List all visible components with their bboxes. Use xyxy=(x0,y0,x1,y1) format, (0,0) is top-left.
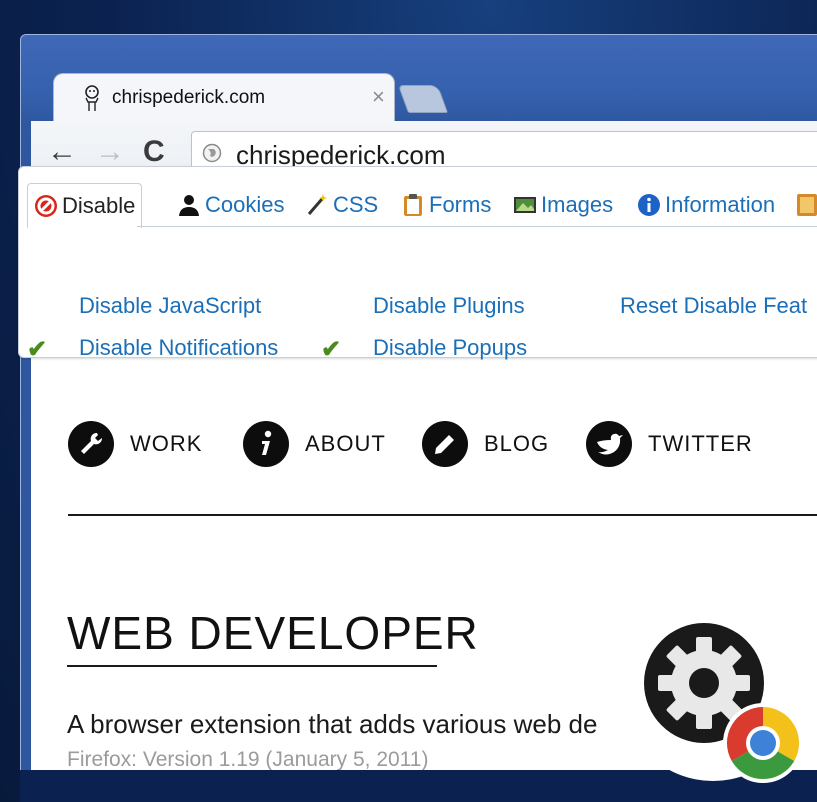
nav-twitter[interactable]: TWITTER xyxy=(586,418,753,470)
browser-tab[interactable]: chrispederick.com × xyxy=(53,73,395,124)
no-entry-icon xyxy=(35,195,57,217)
back-button[interactable]: ← xyxy=(47,135,77,169)
wrench-icon xyxy=(68,421,114,467)
divider xyxy=(68,514,817,516)
forward-button[interactable]: → xyxy=(95,135,125,169)
picture-icon xyxy=(514,197,536,213)
disable-popups-link[interactable]: Disable Popups xyxy=(373,335,527,361)
nav-about[interactable]: ABOUT xyxy=(243,418,386,470)
reset-disable-features-link[interactable]: Reset Disable Feat xyxy=(620,293,807,319)
tab-divider xyxy=(137,226,817,227)
nav-label: WORK xyxy=(130,431,203,456)
tab-cookies[interactable]: Cookies xyxy=(177,187,284,223)
checkmark-icon: ✔ xyxy=(321,336,342,363)
nav-label: BLOG xyxy=(484,431,550,456)
globe-icon xyxy=(202,143,222,163)
info-icon xyxy=(638,194,660,216)
tab-title: chrispederick.com xyxy=(112,87,266,108)
web-developer-tabs: Disable Cookies CSS Forms Images Informa… xyxy=(19,167,817,228)
web-developer-toolbar: Disable Cookies CSS Forms Images Informa… xyxy=(18,166,817,363)
tab-css[interactable]: CSS xyxy=(305,187,378,223)
pencil-icon xyxy=(422,421,468,467)
person-favicon-icon xyxy=(85,85,99,111)
nav-label: ABOUT xyxy=(305,431,386,456)
tab-forms[interactable]: Forms xyxy=(401,187,491,223)
reload-button[interactable]: C xyxy=(143,135,165,169)
tab-label: Information xyxy=(665,192,776,217)
tab-label: Disable xyxy=(62,193,136,218)
info-icon xyxy=(243,421,289,467)
wand-icon xyxy=(307,194,327,215)
checkmark-icon: ✔ xyxy=(27,336,48,363)
title-underline xyxy=(67,665,437,667)
version-text: Firefox: Version 1.19 (January 5, 2011) xyxy=(67,748,429,771)
new-tab-button[interactable] xyxy=(397,85,449,113)
book-icon[interactable] xyxy=(795,192,817,218)
disable-javascript-link[interactable]: Disable JavaScript xyxy=(79,293,261,319)
person-icon xyxy=(179,195,199,216)
bird-icon xyxy=(586,421,632,467)
disable-plugins-link[interactable]: Disable Plugins xyxy=(373,293,525,319)
disable-notifications-link[interactable]: Disable Notifications xyxy=(79,335,278,361)
tab-label: Cookies xyxy=(205,192,285,217)
description-text: A browser extension that adds various we… xyxy=(67,709,598,739)
tab-disable[interactable]: Disable xyxy=(27,183,143,228)
web-developer-badge xyxy=(621,597,805,783)
nav-label: TWITTER xyxy=(648,431,753,456)
tab-information[interactable]: Information xyxy=(637,187,775,223)
tab-close-button[interactable]: × xyxy=(372,84,385,110)
nav-blog[interactable]: BLOG xyxy=(422,418,549,470)
tab-label: CSS xyxy=(333,192,379,217)
tab-label: Forms xyxy=(429,192,492,217)
chrome-logo-icon xyxy=(723,703,803,783)
clipboard-icon xyxy=(404,194,422,216)
page-title: WEB DEVELOPER xyxy=(67,607,479,659)
tab-images[interactable]: Images xyxy=(513,187,613,223)
nav-work[interactable]: WORK xyxy=(68,418,202,470)
tab-label: Images xyxy=(541,192,614,217)
